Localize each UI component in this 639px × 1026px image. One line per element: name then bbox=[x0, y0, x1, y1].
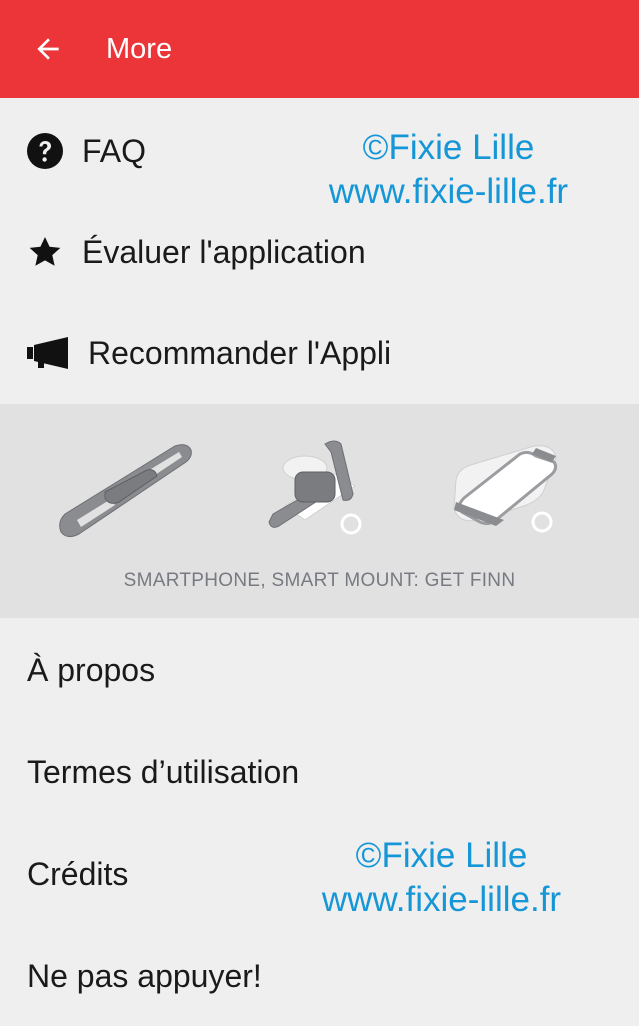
menu-item-label: Évaluer l'application bbox=[82, 234, 366, 270]
watermark: ©Fixie Lille www.fixie-lille.fr bbox=[299, 834, 584, 922]
watermark-line: ©Fixie Lille bbox=[362, 128, 535, 167]
watermark-line: www.fixie-lille.fr bbox=[328, 172, 569, 211]
finn-strap-flat-image bbox=[59, 444, 192, 538]
banner-caption: SMARTPHONE, SMART MOUNT: GET FINN bbox=[123, 570, 516, 591]
menu-item-recommend-app[interactable]: Recommander l'Appli bbox=[0, 303, 639, 403]
menu-item-label: Ne pas appuyer! bbox=[27, 958, 262, 994]
question-circle-icon bbox=[26, 132, 64, 170]
menu-item-rate-app[interactable]: Évaluer l'application bbox=[0, 202, 639, 302]
menu-item-label: Crédits bbox=[27, 856, 129, 892]
watermark-line: www.fixie-lille.fr bbox=[321, 880, 562, 919]
back-button[interactable] bbox=[30, 31, 66, 67]
menu-item-label: FAQ bbox=[82, 133, 147, 169]
menu-item-label: Termes d’utilisation bbox=[27, 754, 300, 790]
watermark-line: ©Fixie Lille bbox=[355, 836, 528, 875]
finn-phone-mounted-image bbox=[453, 445, 558, 533]
watermark: ©Fixie Lille www.fixie-lille.fr bbox=[306, 126, 591, 214]
menu-item-label: Recommander l'Appli bbox=[88, 335, 392, 371]
finn-strap-on-bar-image bbox=[268, 440, 362, 535]
megaphone-icon bbox=[26, 336, 70, 370]
menu-item-terms[interactable]: Termes d’utilisation bbox=[0, 722, 639, 822]
menu-item-about[interactable]: À propos bbox=[0, 620, 639, 720]
arrow-left-icon bbox=[37, 38, 59, 60]
app-bar: More bbox=[0, 0, 639, 98]
page-title: More bbox=[106, 33, 173, 65]
menu-item-label: À propos bbox=[27, 652, 156, 688]
star-icon bbox=[26, 233, 64, 271]
finn-ad-banner[interactable]: SMARTPHONE, SMART MOUNT: GET FINN bbox=[0, 404, 639, 618]
menu-item-do-not-press[interactable]: Ne pas appuyer! bbox=[0, 926, 639, 1026]
